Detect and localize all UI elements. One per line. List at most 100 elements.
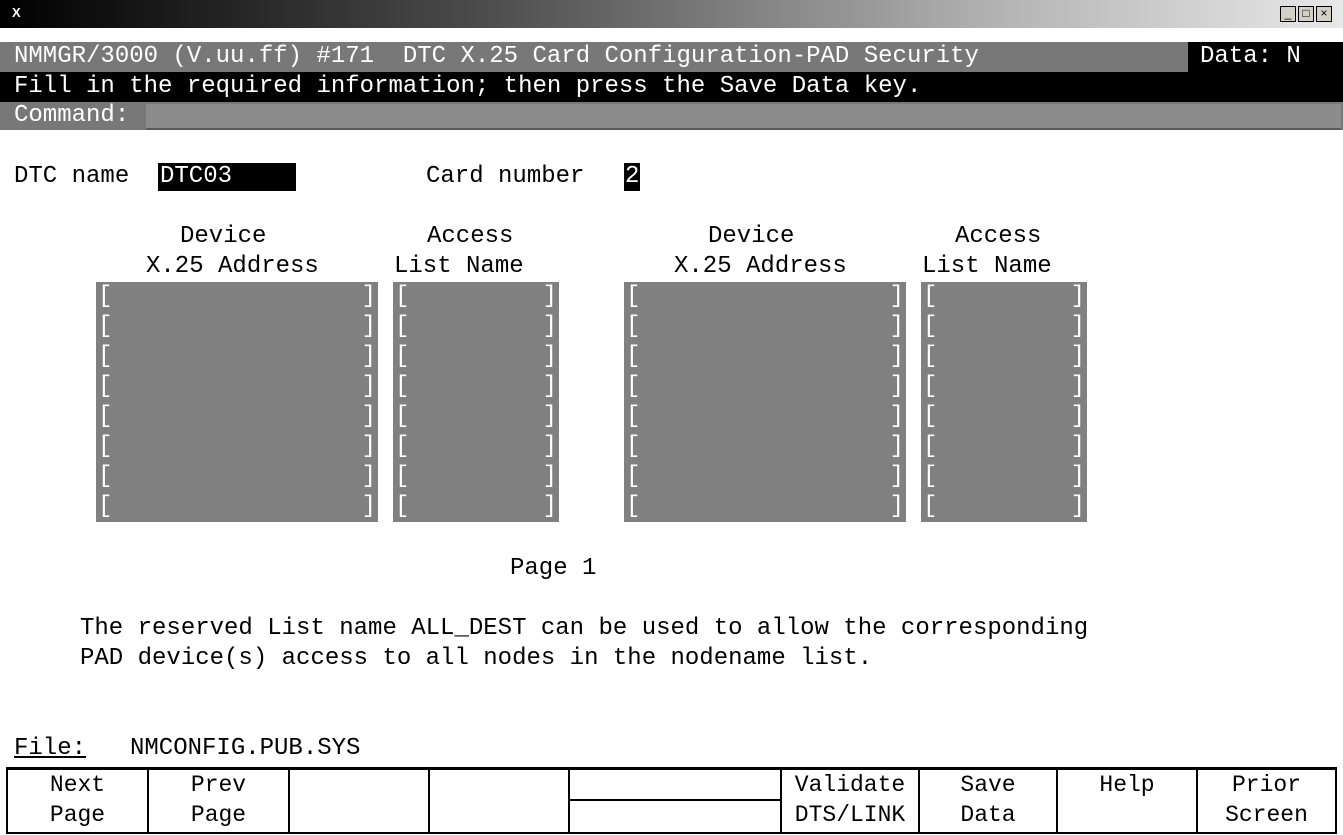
- close-bracket: ]: [542, 403, 557, 430]
- open-bracket: [: [98, 283, 113, 310]
- close-bracket: ]: [361, 283, 376, 310]
- fkey-6-line1: Validate: [794, 772, 906, 798]
- open-bracket: [: [923, 313, 938, 340]
- close-bracket: ]: [889, 313, 904, 340]
- open-bracket: [: [626, 373, 641, 400]
- left-address-header-2: X.25 Address: [146, 253, 319, 280]
- right-list-input[interactable]: []: [921, 462, 1087, 492]
- note-line-2: PAD device(s) access to all nodes in the…: [80, 645, 873, 672]
- close-bracket: ]: [361, 403, 376, 430]
- open-bracket: [: [626, 463, 641, 490]
- close-bracket: ]: [889, 373, 904, 400]
- fkey-4[interactable]: [428, 768, 570, 834]
- fkey-validate-dts-link[interactable]: Validate DTS/LINK: [780, 768, 920, 834]
- dtc-name-label: DTC name: [14, 163, 130, 190]
- right-list-input[interactable]: []: [921, 282, 1087, 312]
- note-line-1: The reserved List name ALL_DEST can be u…: [80, 615, 1089, 642]
- right-address-input[interactable]: []: [624, 432, 906, 462]
- open-bracket: [: [98, 313, 113, 340]
- close-button[interactable]: ×: [1316, 6, 1332, 22]
- open-bracket: [: [626, 343, 641, 370]
- right-address-input[interactable]: []: [624, 402, 906, 432]
- right-list-input[interactable]: []: [921, 372, 1087, 402]
- close-bracket: ]: [1070, 403, 1085, 430]
- right-address-input[interactable]: []: [624, 492, 906, 522]
- fkey-help[interactable]: Help: [1056, 768, 1198, 834]
- open-bracket: [: [626, 433, 641, 460]
- left-address-input[interactable]: []: [96, 492, 378, 522]
- open-bracket: [: [395, 283, 410, 310]
- left-list-input[interactable]: []: [393, 432, 559, 462]
- fkey-5[interactable]: [568, 768, 782, 834]
- right-address-input[interactable]: []: [624, 282, 906, 312]
- close-bracket: ]: [542, 343, 557, 370]
- fkey-7-line1: Save: [960, 772, 1016, 798]
- fkey-prev-page[interactable]: Prev Page: [147, 768, 290, 834]
- left-address-input[interactable]: []: [96, 312, 378, 342]
- open-bracket: [: [395, 373, 410, 400]
- close-bracket: ]: [542, 463, 557, 490]
- left-list-input[interactable]: []: [393, 402, 559, 432]
- fkey-next-page[interactable]: Next Page: [6, 768, 149, 834]
- close-bracket: ]: [361, 343, 376, 370]
- close-bracket: ]: [889, 283, 904, 310]
- left-list-input[interactable]: []: [393, 492, 559, 522]
- right-list-input[interactable]: []: [921, 342, 1087, 372]
- data-flag-box: Data: N: [1188, 42, 1343, 72]
- fkey-save-data[interactable]: Save Data: [918, 768, 1058, 834]
- left-list-input[interactable]: []: [393, 282, 559, 312]
- close-bracket: ]: [889, 463, 904, 490]
- left-address-input[interactable]: []: [96, 342, 378, 372]
- open-bracket: [: [923, 343, 938, 370]
- left-list-input[interactable]: []: [393, 462, 559, 492]
- dtc-name-field[interactable]: DTC03: [158, 163, 296, 191]
- open-bracket: [: [923, 433, 938, 460]
- left-address-input[interactable]: []: [96, 402, 378, 432]
- data-flag: Data: N: [1200, 43, 1301, 70]
- close-bracket: ]: [542, 283, 557, 310]
- close-bracket: ]: [1070, 373, 1085, 400]
- left-address-header-1: Device: [180, 223, 267, 250]
- open-bracket: [: [923, 463, 938, 490]
- file-value: NMCONFIG.PUB.SYS: [130, 735, 361, 762]
- close-bracket: ]: [889, 433, 904, 460]
- right-address-input[interactable]: []: [624, 342, 906, 372]
- card-number-field[interactable]: 2: [624, 163, 640, 191]
- left-list-input[interactable]: []: [393, 372, 559, 402]
- close-bracket: ]: [542, 313, 557, 340]
- left-address-input[interactable]: []: [96, 372, 378, 402]
- command-input[interactable]: [146, 104, 1341, 130]
- maximize-button[interactable]: □: [1298, 6, 1314, 22]
- right-address-input[interactable]: []: [624, 312, 906, 342]
- fkey-3[interactable]: [288, 768, 430, 834]
- close-bracket: ]: [1070, 343, 1085, 370]
- right-list-input[interactable]: []: [921, 492, 1087, 522]
- left-list-input[interactable]: []: [393, 312, 559, 342]
- fkey-1-line1: Next: [49, 772, 106, 798]
- right-list-input[interactable]: []: [921, 312, 1087, 342]
- close-bracket: ]: [1070, 463, 1085, 490]
- left-address-input[interactable]: []: [96, 462, 378, 492]
- left-address-input[interactable]: []: [96, 282, 378, 312]
- fkey-9-line2: Screen: [1225, 802, 1308, 828]
- open-bracket: [: [626, 403, 641, 430]
- minimize-button[interactable]: _: [1280, 6, 1296, 22]
- left-list-input[interactable]: []: [393, 342, 559, 372]
- window-menu-icon[interactable]: X: [12, 5, 21, 20]
- left-address-input[interactable]: []: [96, 432, 378, 462]
- open-bracket: [: [626, 283, 641, 310]
- open-bracket: [: [98, 403, 113, 430]
- window-title-bar[interactable]: [0, 0, 1343, 28]
- open-bracket: [: [395, 313, 410, 340]
- right-list-input[interactable]: []: [921, 402, 1087, 432]
- right-list-input[interactable]: []: [921, 432, 1087, 462]
- fkey-prior-screen[interactable]: Prior Screen: [1196, 768, 1337, 834]
- right-list-header-1: Access: [955, 223, 1042, 250]
- right-list-header-2: List Name: [922, 253, 1052, 280]
- right-address-input[interactable]: []: [624, 462, 906, 492]
- command-label: Command:: [14, 102, 130, 129]
- fkey-8-line1: Help: [1099, 772, 1155, 798]
- right-address-input[interactable]: []: [624, 372, 906, 402]
- close-bracket: ]: [542, 433, 557, 460]
- right-address-header-2: X.25 Address: [674, 253, 847, 280]
